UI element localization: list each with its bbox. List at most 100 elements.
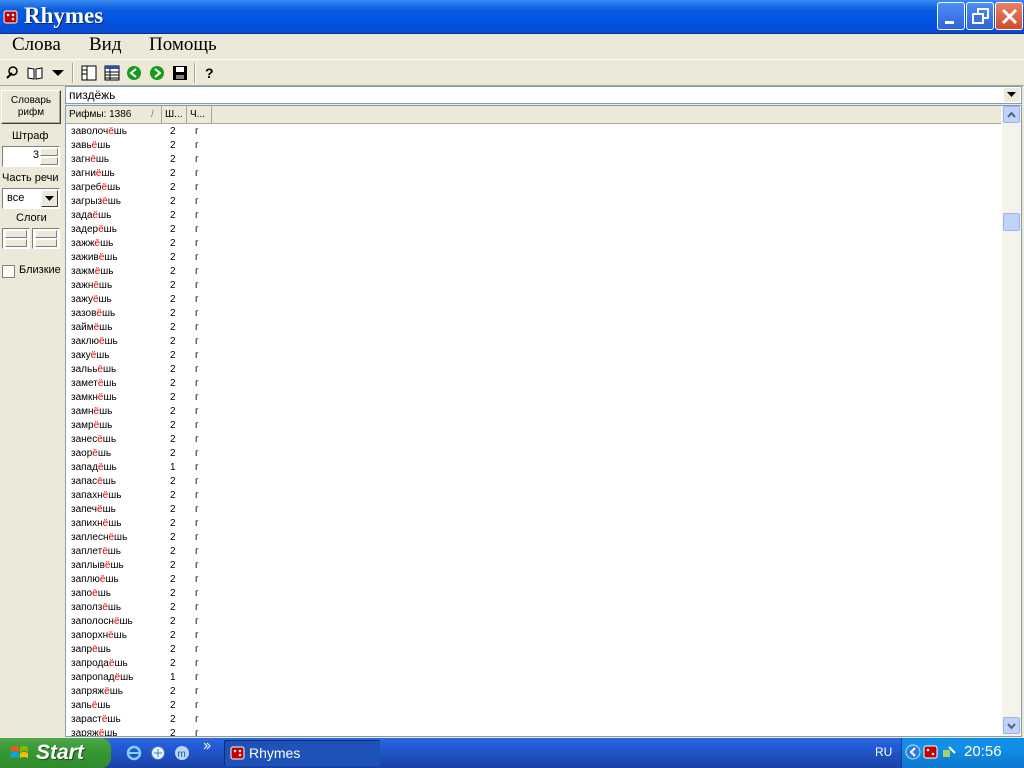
list-row[interactable]: замнёшь 2 г: [66, 405, 1001, 419]
help-button[interactable]: ?: [198, 62, 220, 84]
column-part-of-speech[interactable]: Ч...: [187, 106, 212, 124]
app-dice-icon[interactable]: [923, 744, 939, 760]
list-row[interactable]: заплывёшь 2 г: [66, 559, 1001, 573]
quick-launch-chevron-icon[interactable]: [202, 741, 212, 751]
panel-button[interactable]: [78, 62, 100, 84]
list-row[interactable]: заволочёшь 2 г: [66, 125, 1001, 139]
part-of-speech: г: [195, 602, 199, 613]
rhyme-word: загребёшь: [71, 182, 121, 193]
syllables-max-down-button[interactable]: [35, 239, 57, 247]
list-row[interactable]: завьёшь 2 г: [66, 139, 1001, 153]
column-syllables[interactable]: Ш...: [162, 106, 187, 124]
list-row[interactable]: заплетёшь 2 г: [66, 545, 1001, 559]
list-row[interactable]: зазовёшь 2 г: [66, 307, 1001, 321]
list-row[interactable]: заряжёшь 2 г: [66, 727, 1001, 736]
tray-expand-icon[interactable]: [905, 744, 921, 760]
menu-view[interactable]: Вид: [89, 34, 122, 56]
list-row[interactable]: зажуёшь 2 г: [66, 293, 1001, 307]
language-indicator[interactable]: RU: [875, 745, 892, 759]
list-row[interactable]: замкнёшь 2 г: [66, 391, 1001, 405]
list-row[interactable]: замрёшь 2 г: [66, 419, 1001, 433]
list-row[interactable]: займёшь 2 г: [66, 321, 1001, 335]
list-row[interactable]: задерёшь 2 г: [66, 223, 1001, 237]
clear-button[interactable]: [1, 62, 23, 84]
close-button[interactable]: [995, 2, 1023, 30]
forward-button[interactable]: [146, 62, 168, 84]
title-bar[interactable]: Rhymes: [0, 0, 1024, 34]
list-row[interactable]: заорёшь 2 г: [66, 447, 1001, 461]
search-combobox[interactable]: пиздёжь: [65, 86, 1022, 104]
list-row[interactable]: запечёшь 2 г: [66, 503, 1001, 517]
list-row[interactable]: задаёшь 2 г: [66, 209, 1001, 223]
scroll-down-button[interactable]: [1003, 717, 1020, 734]
list-row[interactable]: запихнёшь 2 г: [66, 517, 1001, 531]
penalty-stepper[interactable]: 3: [2, 146, 60, 167]
rhyme-word: зазовёшь: [71, 308, 116, 319]
list-row[interactable]: заполоснёшь 2 г: [66, 615, 1001, 629]
maximize-button[interactable]: [966, 2, 994, 30]
list-row[interactable]: запьёшь 2 г: [66, 699, 1001, 713]
menu-words[interactable]: Слова: [12, 34, 61, 56]
save-button[interactable]: [169, 62, 191, 84]
part-of-speech: г: [195, 406, 199, 417]
syllables-min-down-button[interactable]: [5, 239, 27, 247]
part-of-speech-dropdown-button[interactable]: [41, 190, 58, 207]
list-row[interactable]: запродаёшь 2 г: [66, 657, 1001, 671]
syllables-max-up-button[interactable]: [35, 230, 57, 238]
part-of-speech: г: [195, 322, 199, 333]
list-row[interactable]: заметёшь 2 г: [66, 377, 1001, 391]
back-button[interactable]: [123, 62, 145, 84]
list-row[interactable]: загнёшь 2 г: [66, 153, 1001, 167]
list-row[interactable]: запряжёшь 2 г: [66, 685, 1001, 699]
vertical-scrollbar[interactable]: [1002, 106, 1021, 736]
menu-help[interactable]: Помощь: [149, 34, 217, 56]
table-button[interactable]: [101, 62, 123, 84]
start-button[interactable]: Start: [0, 738, 111, 768]
network-icon[interactable]: [941, 744, 957, 760]
list-row[interactable]: залььёшь 2 г: [66, 363, 1001, 377]
scroll-up-button[interactable]: [1003, 106, 1020, 123]
list-row[interactable]: запропадёшь 1 г: [66, 671, 1001, 685]
list-row[interactable]: запахнёшь 2 г: [66, 489, 1001, 503]
syllables-min-up-button[interactable]: [5, 230, 27, 238]
list-row[interactable]: загребёшь 2 г: [66, 181, 1001, 195]
list-row[interactable]: заклюёшь 2 г: [66, 335, 1001, 349]
list-row[interactable]: заплеснёшь 2 г: [66, 531, 1001, 545]
list-row[interactable]: зажжёшь 2 г: [66, 237, 1001, 251]
list-row[interactable]: заплюёшь 2 г: [66, 573, 1001, 587]
list-row[interactable]: закуёшь 2 г: [66, 349, 1001, 363]
list-row[interactable]: зажмёшь 2 г: [66, 265, 1001, 279]
part-of-speech: г: [195, 588, 199, 599]
list-row[interactable]: загрызёшь 2 г: [66, 195, 1001, 209]
dropdown-button[interactable]: [47, 62, 69, 84]
table-icon: [104, 65, 120, 81]
rhymes-list[interactable]: Рифмы: 1386 / Ш... Ч... заволочёшь 2 г завь…: [65, 105, 1022, 737]
close-rhymes-checkbox[interactable]: [2, 265, 15, 278]
list-row[interactable]: запрёшь 2 г: [66, 643, 1001, 657]
list-row[interactable]: заползёшь 2 г: [66, 601, 1001, 615]
list-row[interactable]: запоёшь 2 г: [66, 587, 1001, 601]
search-dropdown-button[interactable]: [1004, 88, 1020, 102]
list-row[interactable]: заживёшь 2 г: [66, 251, 1001, 265]
part-of-speech-select[interactable]: все: [2, 188, 60, 209]
list-row[interactable]: занесёшь 2 г: [66, 433, 1001, 447]
scroll-thumb[interactable]: [1003, 213, 1020, 231]
list-row[interactable]: запасёшь 2 г: [66, 475, 1001, 489]
list-row[interactable]: запорхнёшь 2 г: [66, 629, 1001, 643]
column-rhymes[interactable]: Рифмы: 1386 /: [66, 106, 162, 124]
list-row[interactable]: зарастёшь 2 г: [66, 713, 1001, 727]
messenger-icon[interactable]: m: [174, 745, 190, 761]
internet-explorer-icon[interactable]: [126, 745, 142, 761]
book-button[interactable]: [24, 62, 46, 84]
list-row[interactable]: западёшь 1 г: [66, 461, 1001, 475]
syllables-min-stepper[interactable]: [2, 228, 30, 249]
penalty-up-button[interactable]: [40, 148, 58, 156]
list-row[interactable]: зажнёшь 2 г: [66, 279, 1001, 293]
list-row[interactable]: загниёшь 2 г: [66, 167, 1001, 181]
syllables-max-stepper[interactable]: [32, 228, 60, 249]
minimize-button[interactable]: [937, 2, 965, 30]
outlook-express-icon[interactable]: [150, 745, 166, 761]
task-rhymes-button[interactable]: Rhymes: [224, 740, 380, 766]
rhyme-dictionary-button[interactable]: Словарь рифм: [1, 90, 61, 124]
penalty-down-button[interactable]: [40, 157, 58, 165]
